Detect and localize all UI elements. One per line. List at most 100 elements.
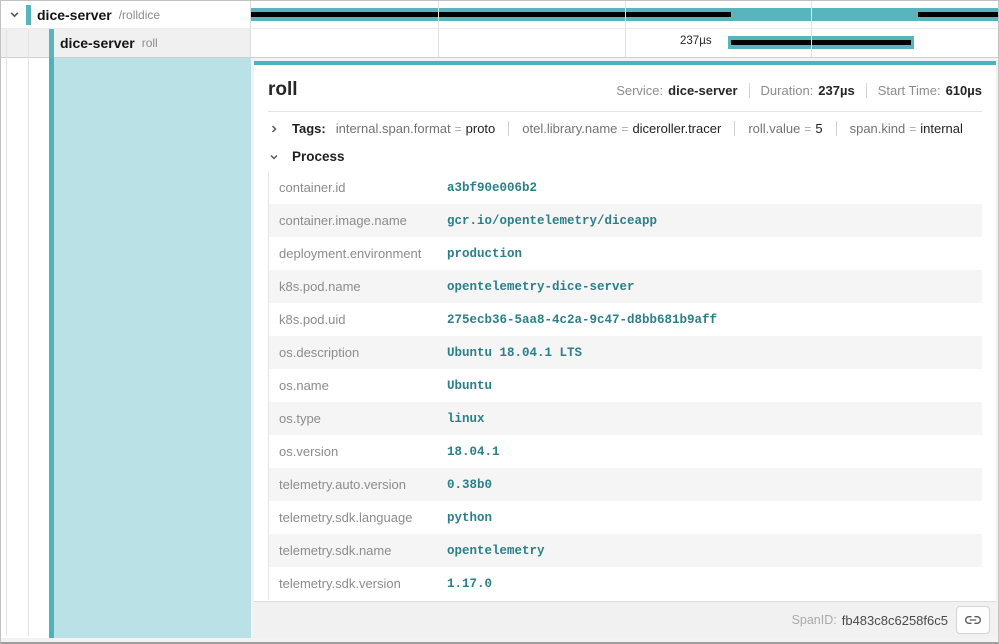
overview-info-item: Start Time: 610µs	[866, 83, 982, 98]
spanid-value: fb483c8c6258f6c5	[842, 613, 948, 628]
process-table: container.id a3bf90e006b2 container.imag…	[268, 171, 982, 600]
tag-key: otel.library.name	[522, 121, 617, 136]
process-value: 1.17.0	[447, 577, 492, 591]
tag-key: span.kind	[850, 121, 906, 136]
tree-guide-line	[6, 30, 7, 636]
process-row: container.image.name gcr.io/opentelemetr…	[269, 204, 982, 237]
process-key: k8s.pod.name	[269, 279, 447, 294]
info-value: 610µs	[946, 83, 982, 98]
equals-sign: =	[909, 122, 916, 136]
process-row: os.type linux	[269, 402, 982, 435]
span-detail-footer: SpanID: fb483c8c6258f6c5	[254, 601, 996, 638]
span-row-rolldice: dice-server /rolldice	[1, 1, 998, 29]
span-detail-card: roll Service: dice-server Duration: 237µs St…	[254, 61, 996, 638]
tag-item: internal.span.format = proto	[336, 121, 496, 136]
tag-value: internal	[920, 121, 963, 136]
timeline-gridline	[438, 29, 439, 57]
duration-label: 237µs	[680, 35, 712, 47]
info-label: Start Time:	[878, 83, 941, 98]
span-overview-info: Service: dice-server Duration: 237µs Start T…	[616, 83, 982, 98]
trace-detail-window: dice-server /rolldice dice-server roll 2…	[0, 0, 999, 644]
process-row: os.version 18.04.1	[269, 435, 982, 468]
detail-body: roll Service: dice-server Duration: 237µs St…	[1, 58, 998, 642]
process-value: linux	[447, 412, 485, 426]
overview-info-item: Service: dice-server	[616, 83, 737, 98]
equals-sign: =	[621, 122, 628, 136]
span-color-bar	[49, 29, 54, 58]
info-label: Service:	[616, 83, 663, 98]
span-row-roll: dice-server roll 237µs	[1, 29, 998, 58]
link-icon	[965, 612, 981, 628]
process-row: telemetry.auto.version 0.38b0	[269, 468, 982, 501]
chevron-right-icon[interactable]	[268, 123, 280, 135]
process-row: container.id a3bf90e006b2	[269, 171, 982, 204]
tag-item: span.kind= internal	[836, 121, 963, 136]
process-value: 0.38b0	[447, 478, 492, 492]
process-value: 18.04.1	[447, 445, 500, 459]
service-name: dice-server	[37, 7, 112, 23]
process-value: python	[447, 511, 492, 525]
tag-item: roll.value=5	[734, 121, 822, 136]
info-value: dice-server	[668, 83, 737, 98]
timeline-gridline	[811, 29, 812, 57]
process-value: production	[447, 247, 522, 261]
process-key: os.version	[269, 444, 447, 459]
process-key: os.name	[269, 378, 447, 393]
tag-items: internal.span.format = proto otel.library.n…	[336, 121, 963, 136]
info-value: 237µs	[818, 83, 854, 98]
process-row: os.name Ubuntu	[269, 369, 982, 402]
process-value: opentelemetry-dice-server	[447, 280, 635, 294]
span-name-cell-roll[interactable]: dice-server roll	[1, 29, 251, 57]
process-key: telemetry.sdk.name	[269, 543, 447, 558]
process-value: 275ecb36-5aa8-4c2a-9c47-d8bb681b9aff	[447, 313, 717, 327]
tag-key: internal.span.format	[336, 121, 451, 136]
process-row: telemetry.sdk.version 1.17.0	[269, 567, 982, 600]
process-value: gcr.io/opentelemetry/diceapp	[447, 214, 657, 228]
span-name-cell-rolldice[interactable]: dice-server /rolldice	[1, 1, 251, 28]
span-detail-header: roll Service: dice-server Duration: 237µs St…	[254, 65, 996, 111]
equals-sign: =	[804, 122, 811, 136]
process-row: os.description Ubuntu 18.04.1 LTS	[269, 336, 982, 369]
chevron-down-icon[interactable]	[8, 9, 20, 21]
timeline-cell-child[interactable]: 237µs	[251, 29, 998, 57]
timeline-cell-parent[interactable]	[251, 1, 998, 28]
process-row: telemetry.sdk.language python	[269, 501, 982, 534]
timeline-gridline	[625, 29, 626, 57]
service-name: dice-server	[60, 35, 135, 51]
operation-name: roll	[142, 36, 158, 50]
span-title: roll	[268, 79, 298, 101]
tag-key: roll.value	[748, 121, 800, 136]
tag-item: otel.library.name = diceroller.tracer	[508, 121, 721, 136]
span-color-bar	[26, 5, 31, 25]
parent-bar-overlay	[918, 12, 998, 17]
tag-value: proto	[466, 121, 496, 136]
process-accordion[interactable]: Process	[254, 143, 996, 171]
operation-name: /rolldice	[119, 8, 160, 22]
selected-span-highlight[interactable]	[54, 58, 251, 638]
process-value: Ubuntu	[447, 379, 492, 393]
process-row: k8s.pod.uid 275ecb36-5aa8-4c2a-9c47-d8bb…	[269, 303, 982, 336]
copy-link-button[interactable]	[956, 606, 990, 634]
tag-value: diceroller.tracer	[632, 121, 721, 136]
process-key: os.type	[269, 411, 447, 426]
process-key: container.image.name	[269, 213, 447, 228]
equals-sign: =	[455, 122, 462, 136]
process-row: k8s.pod.name opentelemetry-dice-server	[269, 270, 982, 303]
chevron-down-icon[interactable]	[268, 151, 280, 163]
timeline-gridline	[625, 1, 626, 28]
spanid-label: SpanID:	[792, 613, 837, 627]
process-key: telemetry.sdk.version	[269, 576, 447, 591]
overview-info-item: Duration: 237µs	[749, 83, 855, 98]
process-row: telemetry.sdk.name opentelemetry	[269, 534, 982, 567]
parent-bar-overlay	[251, 12, 731, 17]
process-key: container.id	[269, 180, 447, 195]
tree-guide-line	[28, 30, 29, 636]
child-span-bar[interactable]	[728, 36, 914, 49]
process-key: telemetry.sdk.language	[269, 510, 447, 525]
info-label: Duration:	[761, 83, 814, 98]
timeline-gridline	[811, 1, 812, 28]
process-value: Ubuntu 18.04.1 LTS	[447, 346, 582, 360]
tags-accordion[interactable]: Tags: internal.span.format=protootel.lib…	[254, 112, 996, 143]
process-label: Process	[292, 149, 345, 164]
span-rows: dice-server /rolldice dice-server roll 2…	[1, 1, 998, 58]
